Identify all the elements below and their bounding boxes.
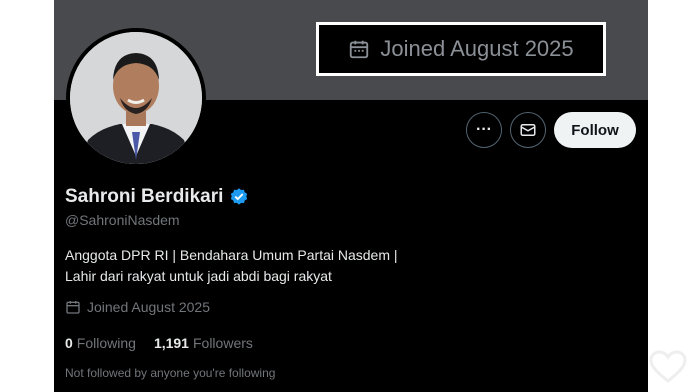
bio-line-2: Lahir dari rakyat untuk jadi abdi bagi r… <box>65 268 332 284</box>
followers-label: Followers <box>192 335 253 351</box>
avatar-photo <box>70 32 202 164</box>
heart-icon <box>649 350 687 383</box>
verified-badge-icon[interactable] <box>229 187 249 207</box>
mail-icon <box>520 124 536 136</box>
followers-count: 1,191 <box>153 335 189 351</box>
follow-stats: 0 Following 1,191 Followers <box>65 335 253 351</box>
avatar[interactable] <box>66 28 206 168</box>
bio-line-1: Anggota DPR RI | Bendahara Umum Partai N… <box>65 247 398 263</box>
profile-panel: Joined August 2025 ··· Follow Sahroni Be… <box>54 0 648 392</box>
following-label: Following <box>76 335 136 351</box>
joined-callout: Joined August 2025 <box>316 22 606 76</box>
follow-button-label: Follow <box>571 121 619 139</box>
calendar-icon <box>66 301 80 314</box>
calendar-icon <box>350 40 369 59</box>
follow-button[interactable]: Follow <box>554 112 636 148</box>
handle: @SahroniNasdem <box>65 212 180 228</box>
message-button[interactable] <box>510 112 546 148</box>
followed-by-note: Not followed by anyone you're following <box>65 366 276 380</box>
joined-text: Joined August 2025 <box>87 299 210 315</box>
display-name-row: Sahroni Berdikari <box>65 186 249 208</box>
joined-callout-text: Joined August 2025 <box>380 36 574 61</box>
more-options-button[interactable]: ··· <box>466 112 502 148</box>
following-count: 0 <box>65 335 73 351</box>
followers-link[interactable]: 1,191 Followers <box>154 335 253 351</box>
display-name: Sahroni Berdikari <box>65 186 224 207</box>
following-link[interactable]: 0 Following <box>65 335 136 351</box>
joined-date: Joined August 2025 <box>65 299 210 315</box>
more-icon: ··· <box>476 121 492 138</box>
bio: Anggota DPR RI | Bendahara Umum Partai N… <box>65 245 465 287</box>
